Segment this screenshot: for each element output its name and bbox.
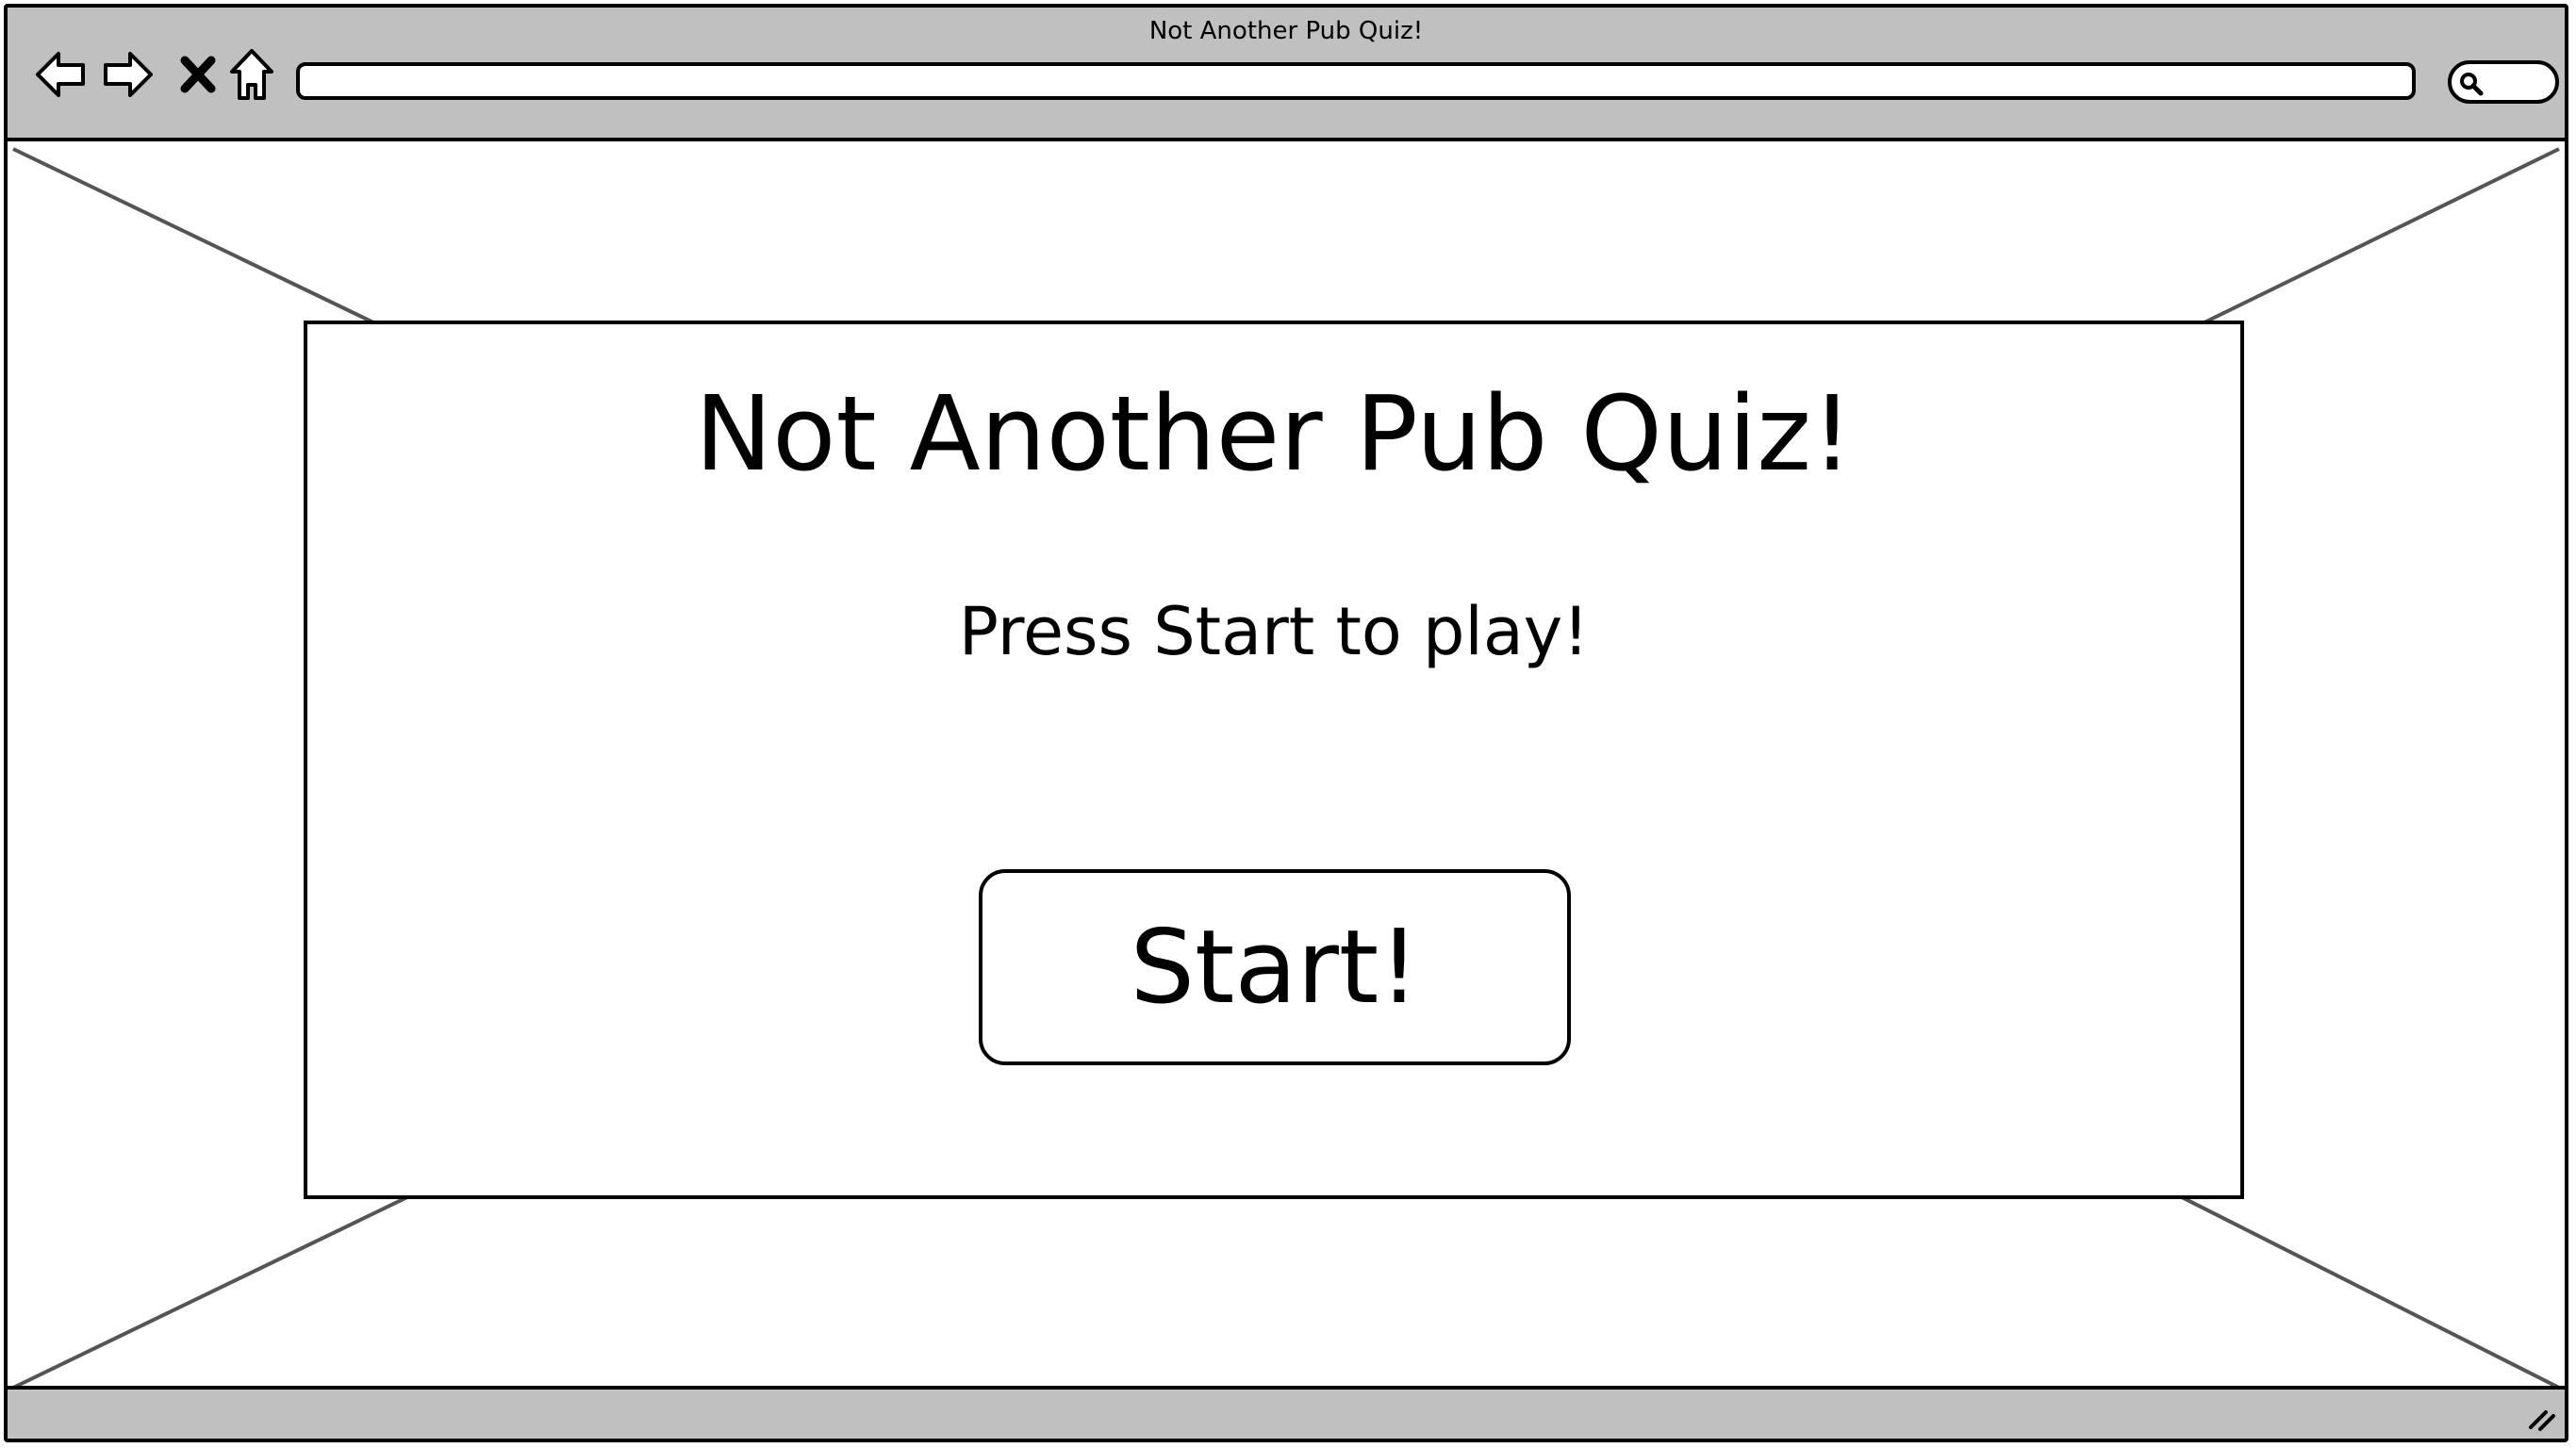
- browser-content: Not Another Pub Quiz! Press Start to pla…: [8, 141, 2565, 1393]
- quiz-start-panel: Not Another Pub Quiz! Press Start to pla…: [304, 321, 2244, 1199]
- page-title: Not Another Pub Quiz!: [694, 373, 1854, 494]
- resize-grip-icon[interactable]: [2525, 1401, 2557, 1433]
- browser-statusbar: [8, 1386, 2565, 1439]
- back-arrow-icon[interactable]: [32, 45, 91, 104]
- start-button[interactable]: Start!: [979, 869, 1571, 1065]
- search-icon: [2460, 73, 2484, 96]
- home-icon[interactable]: [223, 45, 281, 104]
- address-bar[interactable]: [296, 62, 2416, 100]
- browser-window: Not Another Pub Quiz! Not Another Pub Qu…: [4, 4, 2568, 1442]
- start-instruction: Press Start to play!: [958, 593, 1590, 670]
- stop-icon[interactable]: [173, 45, 223, 104]
- forward-arrow-icon[interactable]: [98, 45, 157, 104]
- browser-titlebar: Not Another Pub Quiz!: [8, 8, 2565, 141]
- search-field[interactable]: [2448, 60, 2559, 104]
- window-title: Not Another Pub Quiz!: [1148, 17, 1424, 45]
